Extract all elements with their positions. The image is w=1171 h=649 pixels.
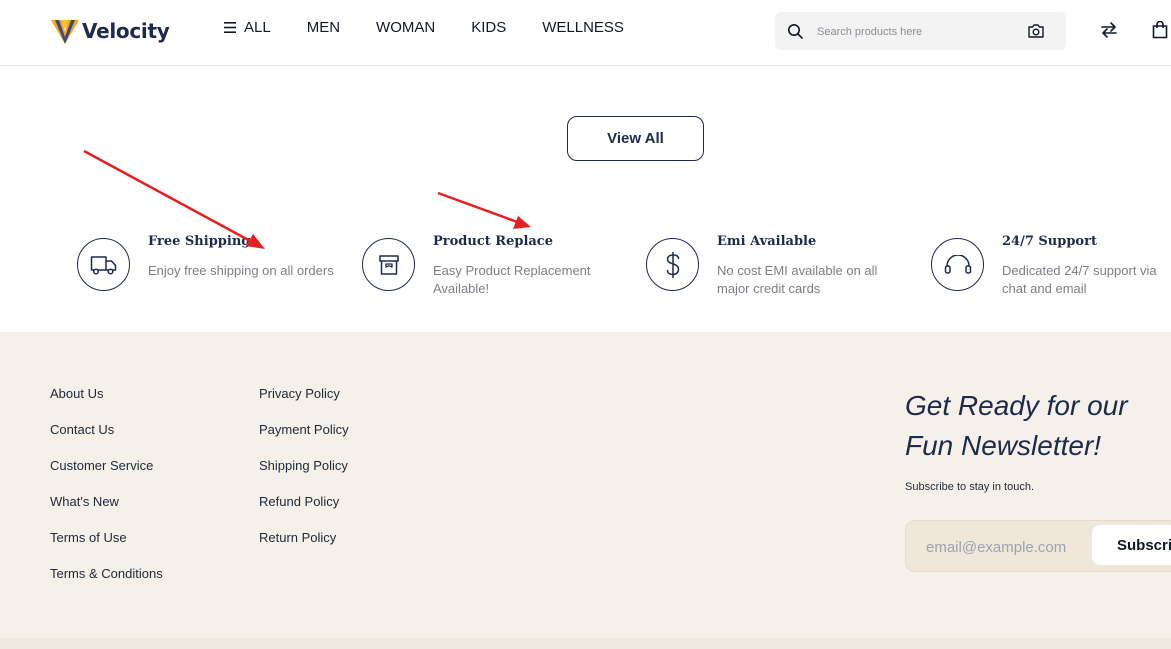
- footer-link-customer-service[interactable]: Customer Service: [50, 457, 163, 493]
- newsletter-title: Get Ready for our Fun Newsletter!: [905, 390, 1128, 461]
- truck-icon: [90, 255, 116, 275]
- compare-icon[interactable]: [1100, 21, 1118, 39]
- footer-link-contact-us[interactable]: Contact Us: [50, 421, 163, 457]
- nav-wellness[interactable]: WELLNESS: [542, 19, 624, 36]
- search-icon[interactable]: [787, 23, 803, 39]
- feature-title: 24/7 Support: [1002, 234, 1097, 249]
- box-icon: [378, 254, 399, 275]
- search-bar: [775, 12, 1066, 50]
- view-all-button[interactable]: View All: [567, 116, 704, 161]
- footer-link-payment-policy[interactable]: Payment Policy: [259, 421, 349, 457]
- brand-name: Velocity: [82, 19, 170, 43]
- footer-bottom-bar: [0, 638, 1171, 649]
- main-nav: ALL MEN WOMAN KIDS WELLNESS: [224, 19, 660, 36]
- nav-men[interactable]: MEN: [307, 19, 340, 36]
- footer-link-terms-conditions[interactable]: Terms & Conditions: [50, 565, 163, 601]
- red-arrow-icon: [437, 191, 531, 229]
- shopping-bag-icon[interactable]: [1152, 21, 1168, 39]
- nav-kids[interactable]: KIDS: [471, 19, 506, 36]
- site-header: Velocity ALL MEN WOMAN KIDS WELLNESS: [0, 0, 1171, 66]
- newsletter-email-input[interactable]: [924, 535, 1093, 559]
- footer-links-policies: Privacy Policy Payment Policy Shipping P…: [259, 385, 349, 565]
- footer-link-refund-policy[interactable]: Refund Policy: [259, 493, 349, 529]
- footer-link-shipping-policy[interactable]: Shipping Policy: [259, 457, 349, 493]
- brand-logo[interactable]: Velocity: [50, 16, 170, 46]
- feature-title: Free Shipping: [148, 234, 251, 249]
- dollar-icon: [666, 251, 679, 278]
- feature-icon-circle: [362, 238, 415, 291]
- headphones-icon: [944, 254, 971, 274]
- nav-all-label: ALL: [244, 19, 271, 36]
- velocity-logo-icon: [51, 20, 79, 44]
- newsletter-form: Subscribe: [905, 520, 1171, 572]
- feature-title: Emi Available: [717, 234, 817, 249]
- nav-woman[interactable]: WOMAN: [376, 19, 435, 36]
- footer-link-terms-of-use[interactable]: Terms of Use: [50, 529, 163, 565]
- feature-icon-circle: [77, 238, 130, 291]
- feature-icon-circle: [931, 238, 984, 291]
- feature-desc: Dedicated 24/7 support via chat and emai…: [1002, 263, 1157, 296]
- site-footer: About Us Contact Us Customer Service Wha…: [0, 332, 1171, 638]
- nav-all[interactable]: ALL: [224, 19, 271, 36]
- footer-links-company: About Us Contact Us Customer Service Wha…: [50, 385, 163, 601]
- footer-link-return-policy[interactable]: Return Policy: [259, 529, 349, 565]
- feature-desc: Enjoy free shipping on all orders: [148, 263, 334, 278]
- newsletter-subtitle: Subscribe to stay in touch.: [905, 481, 1035, 493]
- camera-icon[interactable]: [1027, 23, 1045, 39]
- menu-icon: [224, 22, 236, 33]
- subscribe-button[interactable]: Subscribe: [1092, 525, 1171, 565]
- footer-link-whats-new[interactable]: What's New: [50, 493, 163, 529]
- feature-desc: Easy Product Replacement Available!: [433, 263, 591, 296]
- feature-desc: No cost EMI available on all major credi…: [717, 263, 878, 296]
- footer-link-about-us[interactable]: About Us: [50, 385, 163, 421]
- feature-title: Product Replace: [433, 234, 553, 249]
- search-input[interactable]: [815, 20, 1019, 44]
- footer-link-privacy-policy[interactable]: Privacy Policy: [259, 385, 349, 421]
- feature-icon-circle: [646, 238, 699, 291]
